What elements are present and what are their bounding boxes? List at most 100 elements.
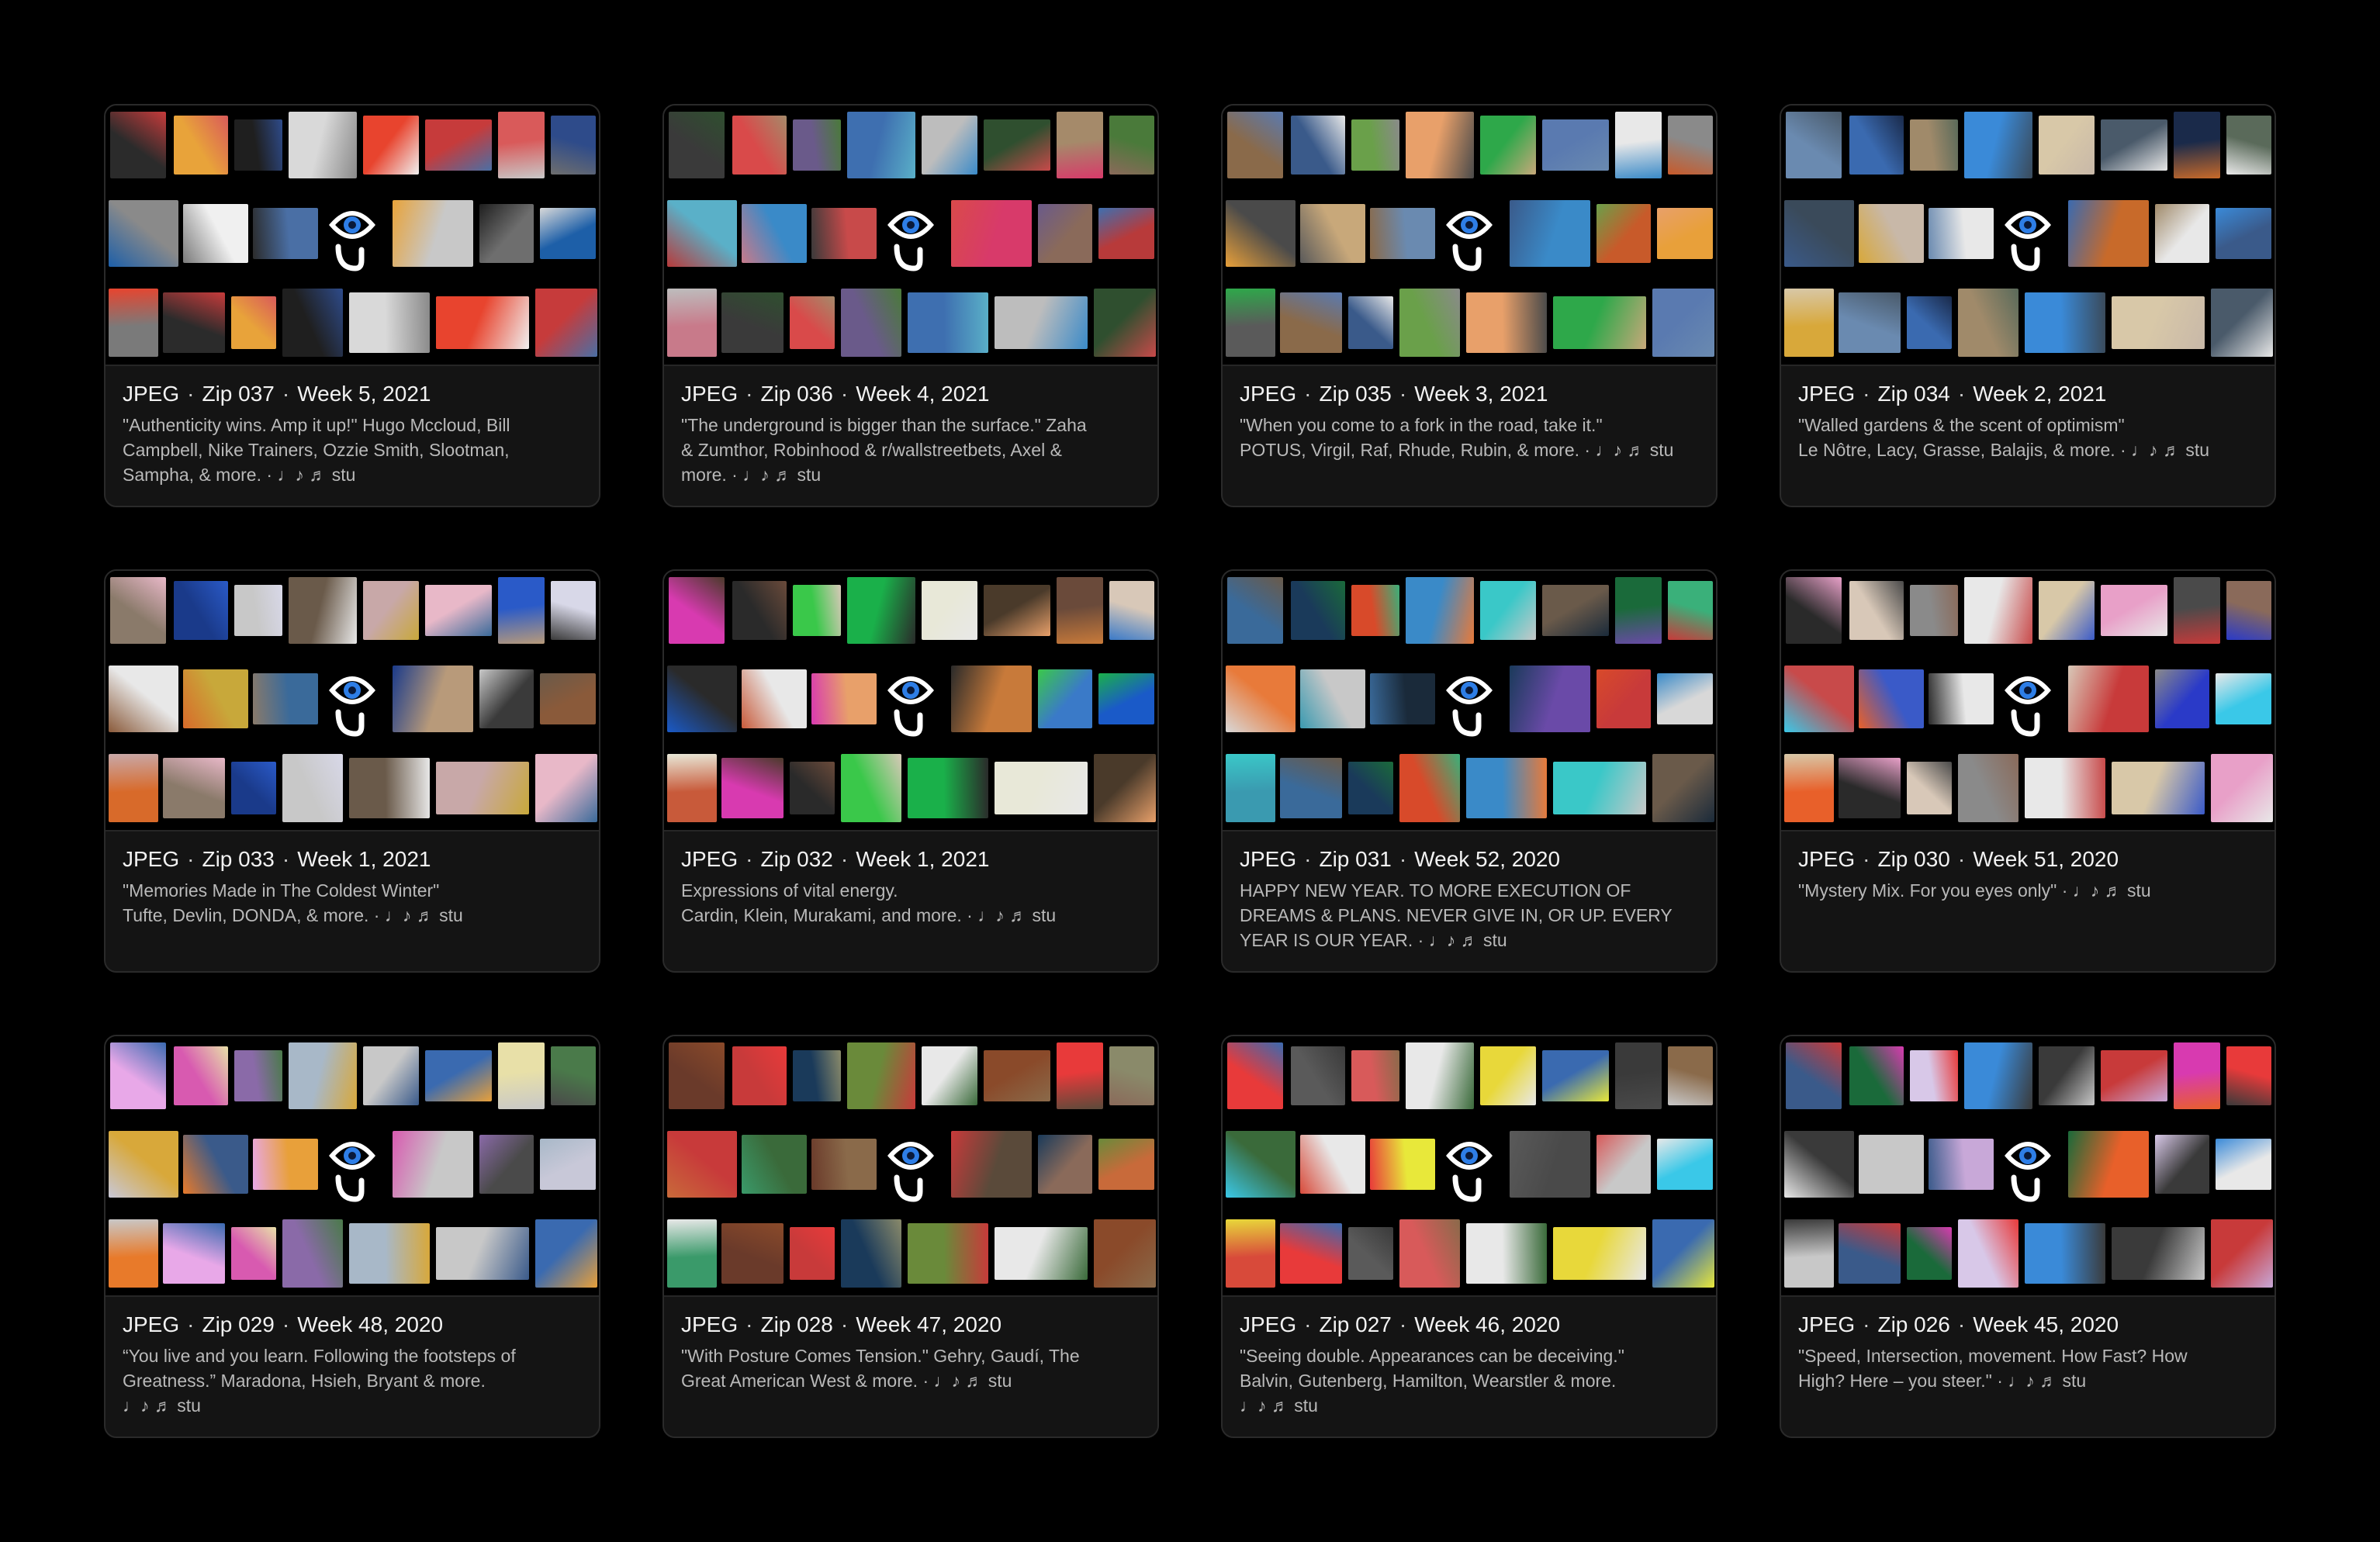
card-description: "Walled gardens & the scent of optimism"… — [1798, 413, 2257, 462]
description-line: & Zumthor, Robinhood & r/wallstreetbets,… — [681, 440, 1062, 460]
zip-card-zip-026[interactable]: JPEG · Zip 026 · Week 45, 2020 "Speed, Inter… — [1780, 1035, 2276, 1438]
collage-thumbnail — [1784, 666, 1854, 732]
collage-thumbnail — [234, 585, 282, 636]
collage-preview[interactable] — [1223, 571, 1716, 832]
collage-thumbnail — [1227, 577, 1283, 644]
format-label: JPEG — [123, 847, 180, 871]
separator-dot: · — [1304, 1312, 1312, 1336]
collage-thumbnail — [110, 112, 166, 178]
zip-card-zip-037[interactable]: JPEG · Zip 037 · Week 5, 2021 "Authenticity … — [104, 104, 600, 507]
collage-thumbnail — [540, 673, 596, 724]
collage-thumbnail — [425, 585, 492, 636]
description-line: ♩♪ ♬ stu — [123, 1395, 201, 1416]
separator-dot: · — [1304, 847, 1312, 871]
collage-thumbnail — [1094, 1219, 1156, 1288]
collage-preview[interactable] — [664, 1036, 1157, 1297]
collage-thumbnail — [1280, 758, 1342, 818]
zip-card-zip-036[interactable]: JPEG · Zip 036 · Week 4, 2021 "The undergrou… — [662, 104, 1159, 507]
zip-card-zip-034[interactable]: JPEG · Zip 034 · Week 2, 2021 "Walled garden… — [1780, 104, 2276, 507]
collage-thumbnail — [1542, 119, 1609, 171]
zip-card-zip-030[interactable]: JPEG · Zip 030 · Week 51, 2020 "Mystery Mix.… — [1780, 569, 2276, 973]
card-description: Expressions of vital energy. Cardin, Kle… — [681, 878, 1140, 928]
zip-card-zip-028[interactable]: JPEG · Zip 028 · Week 47, 2020 "With Posture… — [662, 1035, 1159, 1438]
collage-thumbnail — [174, 1046, 228, 1105]
format-label: JPEG — [681, 1312, 739, 1336]
collage-thumbnail — [479, 204, 534, 263]
collage-thumbnail — [1348, 296, 1393, 349]
zip-card-zip-033[interactable]: JPEG · Zip 033 · Week 1, 2021 "Memories Made… — [104, 569, 600, 973]
collage-thumbnail — [669, 577, 725, 644]
collage-preview[interactable] — [106, 105, 599, 366]
collage-thumbnail — [1652, 1219, 1714, 1288]
collage-thumbnail — [1510, 666, 1590, 732]
zip-grid: JPEG · Zip 037 · Week 5, 2021 "Authenticity … — [104, 104, 2276, 1438]
zip-card-zip-031[interactable]: JPEG · Zip 031 · Week 52, 2020 HAPPY NEW YEA… — [1221, 569, 1718, 973]
zip-label: Zip 031 — [1319, 847, 1392, 871]
card-description: "Speed, Intersection, movement. How Fast… — [1798, 1343, 2257, 1393]
collage-preview[interactable] — [106, 1036, 599, 1297]
zip-card-zip-027[interactable]: JPEG · Zip 027 · Week 46, 2020 "Seeing doubl… — [1221, 1035, 1718, 1438]
collage-thumbnail — [1668, 116, 1713, 175]
separator-dot: · — [840, 847, 849, 871]
collage-preview[interactable] — [1781, 1036, 2274, 1297]
collage-thumbnail — [2068, 200, 2149, 267]
collage-thumbnail — [742, 204, 807, 263]
zip-card-zip-035[interactable]: JPEG · Zip 035 · Week 3, 2021 "When you come… — [1221, 104, 1718, 507]
collage-preview[interactable] — [664, 571, 1157, 832]
collage-thumbnail — [1615, 112, 1662, 178]
collage-thumbnail — [1406, 112, 1474, 178]
collage-thumbnail — [363, 581, 419, 640]
zip-label: Zip 027 — [1319, 1312, 1392, 1336]
collage-preview[interactable] — [1223, 1036, 1716, 1297]
week-label: Week 47, 2020 — [856, 1312, 1002, 1336]
description-line: YEAR IS OUR YEAR. · ♩♪ ♬ stu — [1240, 930, 1507, 950]
collage-thumbnail — [922, 116, 977, 175]
collage-thumbnail — [742, 1135, 807, 1194]
collage-thumbnail — [1351, 119, 1399, 171]
collage-thumbnail — [1399, 1219, 1460, 1288]
description-line: "Seeing double. Appearances can be decei… — [1240, 1346, 1624, 1366]
collage-preview[interactable] — [664, 105, 1157, 366]
collage-preview[interactable] — [106, 571, 599, 832]
collage-thumbnail — [1406, 1042, 1474, 1109]
collage-thumbnail — [1615, 1042, 1662, 1109]
collage-thumbnail — [1098, 1139, 1154, 1190]
collage-thumbnail — [109, 754, 158, 822]
collage-thumbnail — [234, 1050, 282, 1101]
eye-logo-icon — [887, 1142, 934, 1202]
collage-thumbnail — [1657, 673, 1713, 724]
card-description: “You live and you learn. Following the f… — [123, 1343, 582, 1418]
collage-thumbnail — [1784, 754, 1834, 822]
separator-dot: · — [745, 847, 753, 871]
zip-card-zip-032[interactable]: JPEG · Zip 032 · Week 1, 2021 Expressions of… — [662, 569, 1159, 973]
collage-thumbnail — [1542, 585, 1609, 636]
collage-thumbnail — [2155, 1135, 2209, 1194]
collage-thumbnail — [1839, 758, 1901, 818]
collage-thumbnail — [1929, 1139, 1994, 1190]
collage-thumbnail — [1226, 200, 1296, 267]
description-line: "When you come to a fork in the road, ta… — [1240, 415, 1603, 435]
collage-preview[interactable] — [1223, 105, 1716, 366]
description-line: "Memories Made in The Coldest Winter" — [123, 880, 440, 901]
collage-thumbnail — [436, 762, 529, 814]
collage-thumbnail — [1910, 1050, 1958, 1101]
collage-thumbnail — [1348, 1227, 1393, 1280]
collage-thumbnail — [163, 758, 225, 818]
card-info: JPEG · Zip 028 · Week 47, 2020 "With Posture… — [664, 1297, 1157, 1393]
collage-preview[interactable] — [1781, 571, 2274, 832]
collage-thumbnail — [1510, 1131, 1590, 1198]
collage-thumbnail — [282, 289, 343, 357]
zip-card-zip-029[interactable]: JPEG · Zip 029 · Week 48, 2020 “You live and… — [104, 1035, 600, 1438]
zip-label: Zip 028 — [760, 1312, 833, 1336]
collage-thumbnail — [721, 758, 784, 818]
collage-thumbnail — [551, 581, 596, 640]
collage-preview[interactable] — [1781, 105, 2274, 366]
collage-thumbnail — [535, 1219, 597, 1288]
separator-dot: · — [1863, 382, 1870, 406]
collage-thumbnail — [1370, 208, 1435, 259]
collage-thumbnail — [1466, 758, 1547, 818]
collage-thumbnail — [1553, 296, 1646, 349]
collage-thumbnail — [2226, 581, 2271, 640]
collage-thumbnail — [790, 1227, 835, 1280]
card-description: "Mystery Mix. For you eyes only" · ♩♪ ♬ … — [1798, 878, 2257, 903]
